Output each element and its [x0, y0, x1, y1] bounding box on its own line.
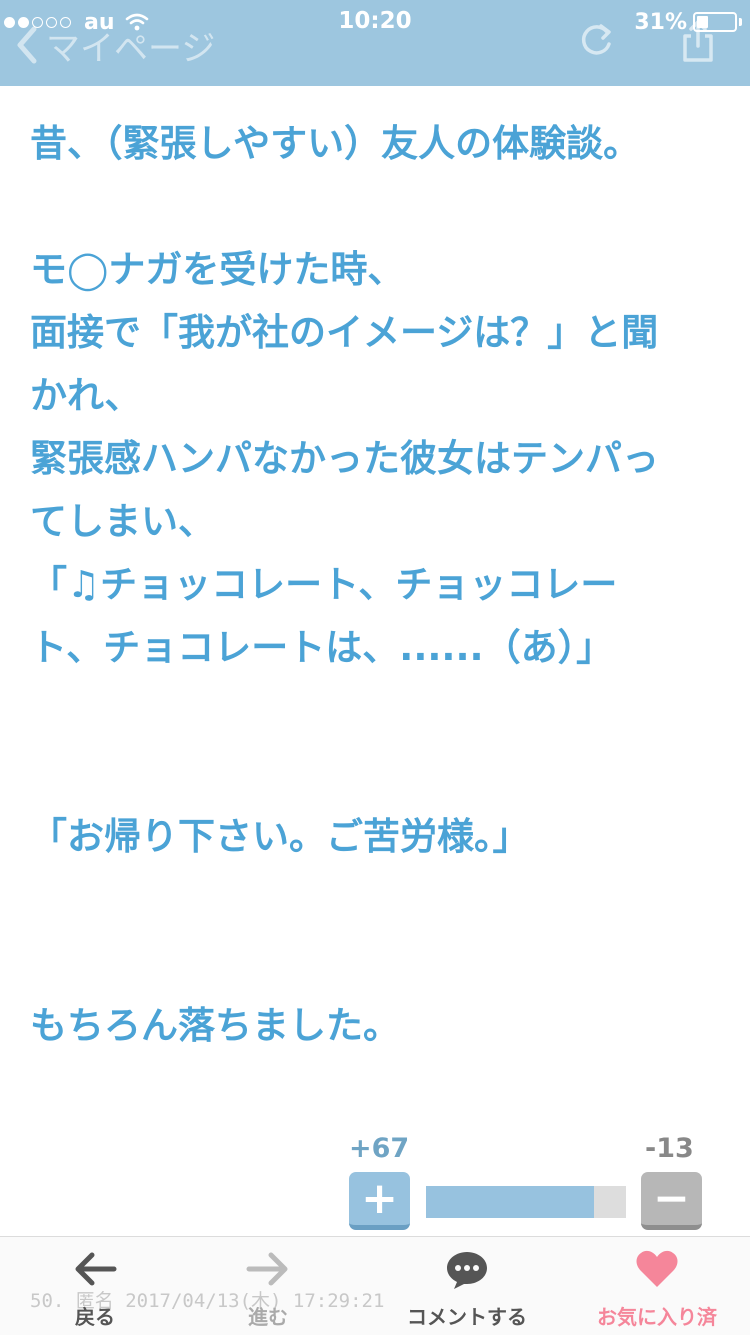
toolbar-back-label: 戻る	[75, 1305, 115, 1329]
comment-line: もちろん落ちました。	[30, 1004, 400, 1047]
comment-line	[30, 175, 720, 238]
comment-line	[30, 742, 720, 805]
vote-ratio-fill	[426, 1186, 594, 1218]
comment-line: ト、チョコレートは、......（あ）」	[30, 626, 614, 669]
minus-vote-button[interactable]: −	[641, 1172, 702, 1230]
minus-vote-count: -13	[645, 1133, 694, 1164]
share-icon[interactable]	[679, 20, 717, 62]
comment-line	[30, 931, 720, 994]
heart-icon	[636, 1250, 678, 1287]
reload-icon[interactable]	[577, 20, 615, 60]
comment-body: 昔、（緊張しやすい）友人の体験談。 モ◯ナガを受けた時、面接で「我が社のイメージは…	[30, 112, 720, 1057]
vote-ratio-bar	[426, 1186, 626, 1218]
arrow-right-icon	[246, 1252, 288, 1286]
arrow-left-icon	[75, 1252, 117, 1286]
comment-line: 「お帰り下さい。ご苦労様。」	[30, 815, 530, 858]
battery-tip	[739, 18, 742, 26]
bottom-toolbar: 50. 匿名 2017/04/13(木) 17:29:21 戻る 進む コメント…	[0, 1236, 750, 1335]
comment-line: 面接で「我が社のイメージは？」と聞	[30, 311, 659, 354]
chevron-left-icon	[17, 26, 37, 64]
toolbar-back-button[interactable]: 戻る	[40, 1237, 150, 1335]
back-button-label: マイページ	[46, 28, 216, 69]
back-to-mypage-button[interactable]: マイページ	[12, 20, 215, 70]
toolbar-favorite-label: お気に入り済	[597, 1305, 717, 1329]
comment-line	[30, 679, 720, 742]
comment-line: モ◯ナガを受けた時、	[30, 248, 405, 291]
comment-line: 「♫チョッコレート、チョッコレー	[30, 563, 618, 606]
comment-line: 緊張感ハンパなかった彼女はテンパっ	[30, 437, 659, 480]
toolbar-comment-label: コメントする	[407, 1305, 527, 1329]
toolbar-comment-button[interactable]: コメントする	[392, 1237, 542, 1335]
plus-vote-count: +67	[349, 1133, 410, 1164]
comment-line: かれ、	[30, 374, 142, 417]
header-bar: au 10:20 31% マイページ	[0, 0, 750, 86]
speech-bubble-icon	[447, 1252, 487, 1289]
toolbar-forward-button[interactable]: 進む	[210, 1237, 326, 1335]
toolbar-forward-label: 進む	[248, 1305, 288, 1329]
plus-vote-button[interactable]: +	[349, 1172, 410, 1230]
toolbar-favorite-button[interactable]: お気に入り済	[584, 1237, 730, 1335]
comment-line: 昔、（緊張しやすい）友人の体験談。	[30, 122, 641, 165]
comment-line: てしまい、	[30, 500, 215, 543]
comment-line	[30, 868, 720, 931]
